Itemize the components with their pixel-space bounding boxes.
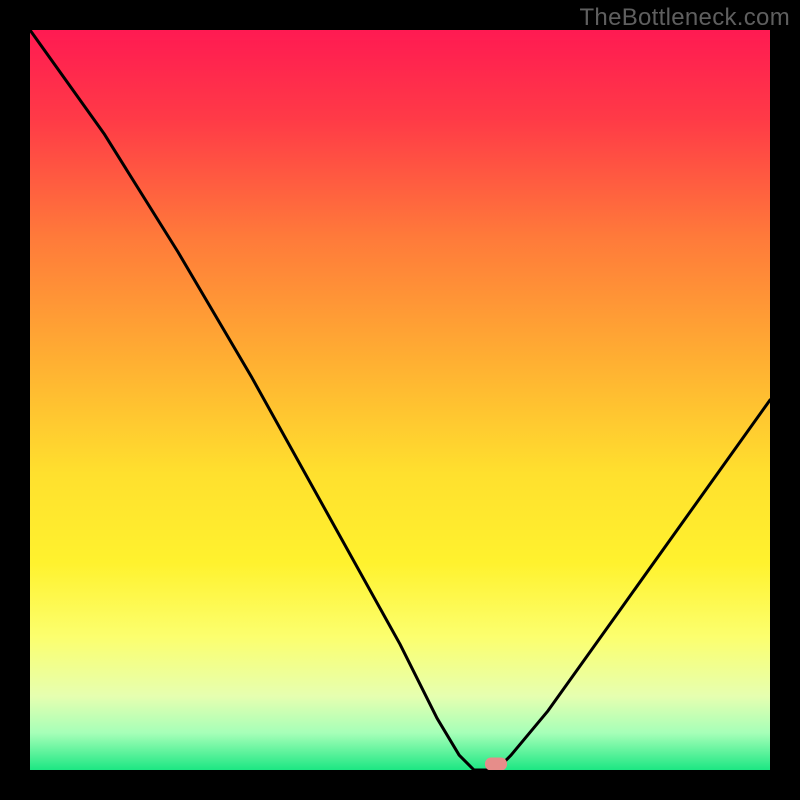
chart-container: TheBottleneck.com bbox=[0, 0, 800, 800]
watermark-text: TheBottleneck.com bbox=[579, 4, 790, 32]
optimal-marker bbox=[485, 758, 507, 771]
plot-area bbox=[30, 30, 770, 770]
curve-svg bbox=[30, 30, 770, 770]
bottleneck-curve bbox=[30, 30, 770, 770]
